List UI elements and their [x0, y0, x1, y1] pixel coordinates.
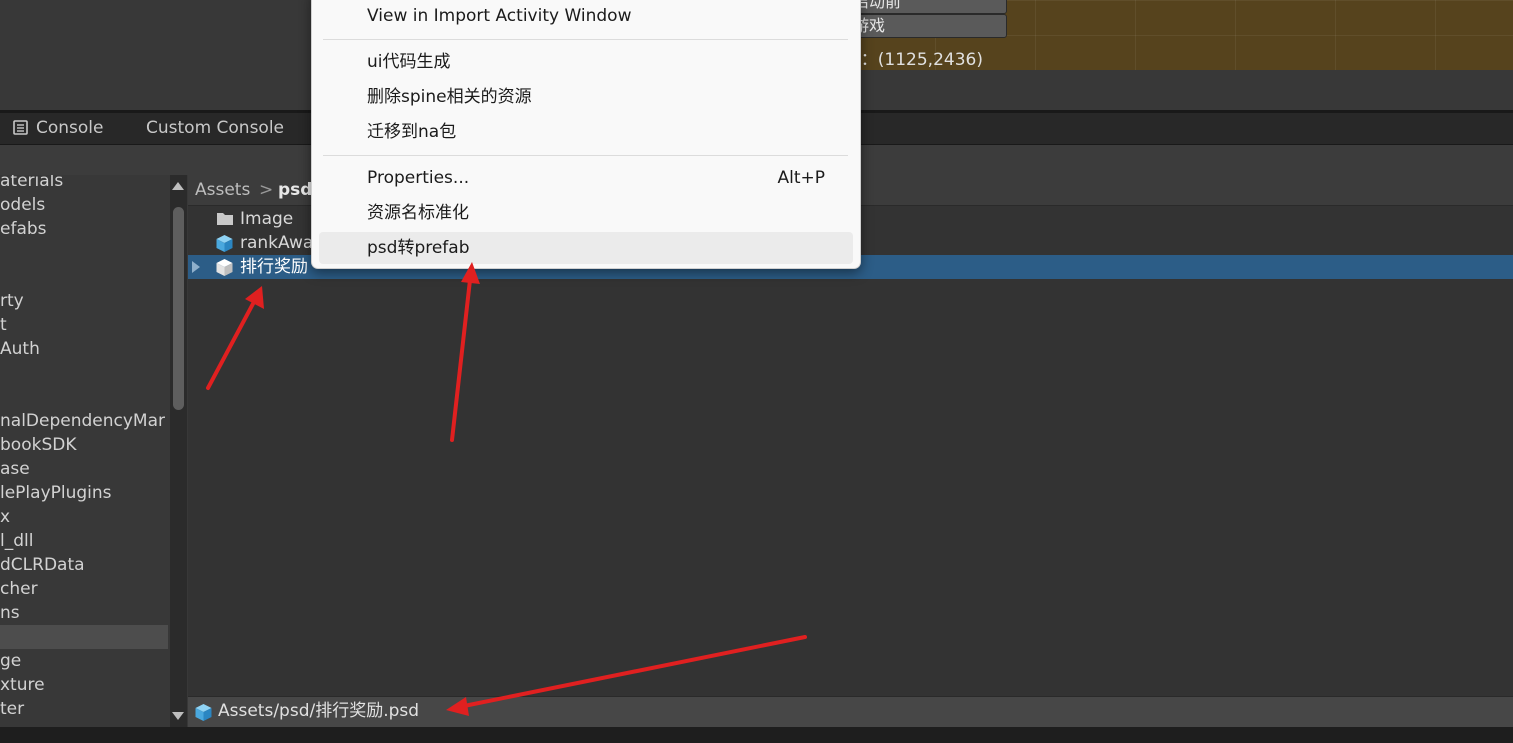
menu-item-delete-spine[interactable]: 删除spine相关的资源: [319, 81, 853, 113]
scroll-down-icon[interactable]: [172, 712, 184, 720]
tab-custom-console[interactable]: Custom Console: [146, 113, 284, 144]
breadcrumb-separator: >: [259, 180, 274, 200]
tree-item[interactable]: lePlayPlugins: [0, 481, 168, 505]
tree-item[interactable]: ge: [0, 649, 168, 673]
tree-item[interactable]: bookSDK: [0, 433, 168, 457]
tree-item-selected[interactable]: [0, 625, 168, 649]
menu-item-label: ui代码生成: [367, 52, 451, 72]
scene-button-game[interactable]: 游戏: [850, 14, 1007, 38]
menu-item-ui-codegen[interactable]: ui代码生成: [319, 46, 853, 78]
menu-item-properties[interactable]: Properties... Alt+P: [319, 162, 853, 194]
folder-icon: [217, 213, 233, 225]
menu-item-label: View in Import Activity Window: [367, 6, 632, 26]
tree-item[interactable]: [0, 385, 168, 409]
breadcrumb-assets[interactable]: Assets: [195, 175, 250, 205]
tree-item[interactable]: Auth: [0, 337, 168, 361]
menu-item-label: Properties...: [367, 168, 470, 188]
asset-path-label: Assets/psd/排行奖励.psd: [218, 701, 420, 721]
bottom-strip: [0, 727, 1513, 743]
tree-item[interactable]: aterials: [0, 175, 168, 193]
file-name: 排行奖励: [240, 257, 308, 277]
menu-item-label: 删除spine相关的资源: [367, 87, 532, 107]
status-asset-icon: [195, 704, 212, 721]
psd-asset-icon: [216, 259, 233, 276]
menu-item-label: psd转prefab: [367, 238, 470, 258]
menu-item-label: 资源名标准化: [367, 203, 469, 223]
context-menu: View in Import Activity Window ui代码生成 删除…: [311, 0, 861, 269]
menu-item-shortcut: Alt+P: [777, 168, 825, 188]
menu-item-psd-to-prefab[interactable]: psd转prefab: [319, 232, 853, 264]
menu-item-migrate-na[interactable]: 迁移到na包: [319, 116, 853, 148]
tree-scrollbar-thumb[interactable]: [173, 207, 184, 410]
folder-tree: aterials odels efabs rty t Auth nalDepen…: [0, 175, 170, 727]
tree-item[interactable]: ase: [0, 457, 168, 481]
scene-button-top[interactable]: 启动前: [850, 0, 1007, 14]
tree-item[interactable]: ns: [0, 601, 168, 625]
tree-item[interactable]: [0, 265, 168, 289]
tree-item[interactable]: ter: [0, 697, 168, 721]
tree-item[interactable]: t: [0, 313, 168, 337]
tree-item[interactable]: [0, 241, 168, 265]
tree-item[interactable]: [0, 361, 168, 385]
file-name: rankAwa: [240, 233, 314, 253]
breadcrumb-psd[interactable]: psd: [278, 175, 312, 205]
scroll-up-icon[interactable]: [172, 182, 184, 190]
tree-item[interactable]: dCLRData: [0, 553, 168, 577]
menu-item-import-activity[interactable]: View in Import Activity Window: [319, 0, 853, 32]
tree-item[interactable]: xture: [0, 673, 168, 697]
expand-arrow-icon[interactable]: [191, 261, 201, 273]
tree-item[interactable]: odels: [0, 193, 168, 217]
menu-item-normalize-names[interactable]: 资源名标准化: [319, 197, 853, 229]
tree-item[interactable]: efabs: [0, 217, 168, 241]
menu-separator: [323, 155, 848, 156]
tree-item[interactable]: nalDependencyMar: [0, 409, 168, 433]
tree-item[interactable]: l_dll: [0, 529, 168, 553]
menu-separator: [323, 39, 848, 40]
prefab-icon: [216, 235, 233, 252]
resolution-label: g：(1125,2436): [850, 50, 983, 70]
tree-item[interactable]: x: [0, 505, 168, 529]
tree-item[interactable]: rty: [0, 289, 168, 313]
menu-item-label: 迁移到na包: [367, 122, 457, 142]
tab-console[interactable]: Console: [36, 113, 104, 144]
console-icon: [13, 120, 28, 135]
tree-item[interactable]: cher: [0, 577, 168, 601]
file-name: Image: [240, 209, 294, 229]
